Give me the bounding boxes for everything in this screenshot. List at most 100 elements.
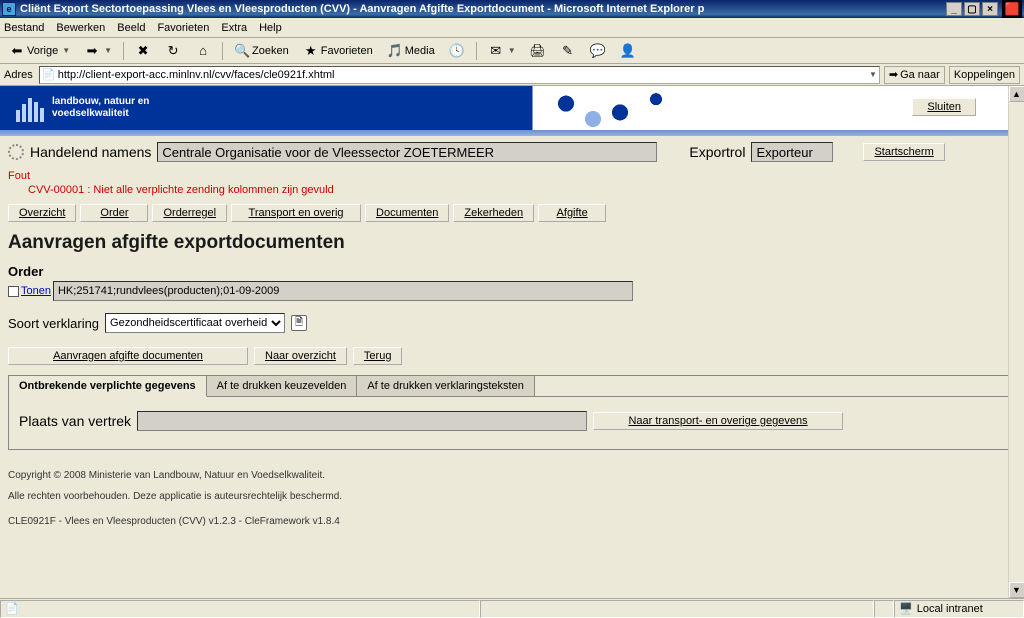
toolbar: ⬅ Vorige ▼ ➡ ▼ ✖ ↻ ⌂ 🔍 Zoeken ★ Favoriet… bbox=[0, 38, 1024, 64]
tab-afgifte[interactable]: Afgifte bbox=[538, 204, 606, 222]
discuss-icon: 💬 bbox=[590, 43, 606, 59]
discuss-button[interactable]: 💬 bbox=[585, 41, 611, 61]
soort-verklaring-label: Soort verklaring bbox=[8, 316, 99, 331]
info-icon[interactable]: 🗎 bbox=[291, 315, 307, 331]
chevron-down-icon: ▼ bbox=[62, 46, 70, 55]
address-field[interactable]: 📄 ▼ bbox=[39, 66, 880, 84]
media-button[interactable]: 🎵 Media bbox=[382, 41, 440, 61]
history-icon: 🕓 bbox=[449, 43, 465, 59]
tonen-link[interactable]: Tonen bbox=[21, 285, 51, 297]
history-button[interactable]: 🕓 bbox=[444, 41, 470, 61]
print-button[interactable]: 🖨 bbox=[525, 41, 551, 61]
status-ssl-pane bbox=[874, 600, 894, 618]
soort-verklaring-select[interactable]: Gezondheidscertificaat overheid bbox=[105, 313, 285, 333]
media-icon: 🎵 bbox=[387, 43, 403, 59]
messenger-icon: 👤 bbox=[620, 43, 636, 59]
sluiten-button[interactable]: Sluiten bbox=[912, 98, 976, 116]
home-button[interactable]: ⌂ bbox=[190, 41, 216, 61]
terug-button[interactable]: Terug bbox=[353, 347, 403, 365]
go-label: Ga naar bbox=[900, 69, 940, 81]
exportrol-value: Exporteur bbox=[751, 142, 833, 162]
scroll-up-icon[interactable]: ▲ bbox=[1009, 86, 1024, 102]
tab-verklaringsteksten[interactable]: Af te drukken verklaringsteksten bbox=[357, 376, 535, 396]
go-icon: ➡ bbox=[889, 68, 898, 81]
maximize-button[interactable]: ▢ bbox=[964, 2, 980, 16]
error-message: CVV-00001 : Niet alle verplichte zending… bbox=[28, 184, 1016, 196]
back-button[interactable]: ⬅ Vorige ▼ bbox=[4, 41, 75, 61]
tab-keuzevelden[interactable]: Af te drukken keuzevelden bbox=[207, 376, 358, 396]
go-button[interactable]: ➡ Ga naar bbox=[884, 66, 945, 84]
window-title: Cliënt Export Sectortoepassing Vlees en … bbox=[20, 3, 946, 15]
tab-zekerheden[interactable]: Zekerheden bbox=[453, 204, 534, 222]
separator bbox=[476, 42, 477, 60]
menu-bar: Bestand Bewerken Beeld Favorieten Extra … bbox=[0, 18, 1024, 38]
menu-extra[interactable]: Extra bbox=[221, 22, 247, 34]
scroll-down-icon[interactable]: ▼ bbox=[1009, 582, 1024, 598]
forward-button[interactable]: ➡ ▼ bbox=[79, 41, 117, 61]
form-area: Handelend namens Centrale Organisatie vo… bbox=[0, 136, 1024, 598]
ie-icon: e bbox=[2, 2, 16, 16]
detail-tab-body: Plaats van vertrek Naar transport- en ov… bbox=[9, 397, 1015, 449]
detail-tab-strip: Ontbrekende verplichte gegevens Af te dr… bbox=[9, 376, 1015, 397]
separator bbox=[123, 42, 124, 60]
menu-help[interactable]: Help bbox=[259, 22, 282, 34]
back-icon: ⬅ bbox=[9, 43, 25, 59]
app-banner: landbouw, natuur en voedselkwaliteit Slu… bbox=[0, 86, 1024, 130]
search-label: Zoeken bbox=[252, 45, 289, 57]
print-icon: 🖨 bbox=[530, 43, 546, 59]
tab-ontbrekende-gegevens[interactable]: Ontbrekende verplichte gegevens bbox=[9, 376, 207, 397]
links-button[interactable]: Koppelingen bbox=[949, 66, 1020, 84]
status-bar: 📄 🖥️ Local intranet bbox=[0, 598, 1024, 618]
exportrol-label: Exportrol bbox=[689, 144, 745, 160]
menu-bewerken[interactable]: Bewerken bbox=[56, 22, 105, 34]
handelend-namens-label: Handelend namens bbox=[30, 144, 151, 160]
ministry-logo-icon bbox=[16, 94, 44, 122]
banner-pattern bbox=[512, 86, 692, 130]
tab-overzicht[interactable]: Overzicht bbox=[8, 204, 76, 222]
stop-icon: ✖ bbox=[135, 43, 151, 59]
vertical-scrollbar[interactable]: ▲ ▼ bbox=[1008, 86, 1024, 598]
tab-order[interactable]: Order bbox=[80, 204, 148, 222]
footer-version: CLE0921F - Vlees en Vleesproducten (CVV)… bbox=[8, 514, 1016, 529]
refresh-button[interactable]: ↻ bbox=[160, 41, 186, 61]
address-bar: Adres 📄 ▼ ➡ Ga naar Koppelingen bbox=[0, 64, 1024, 86]
status-zone-label: Local intranet bbox=[917, 603, 983, 615]
favorites-button[interactable]: ★ Favorieten bbox=[298, 41, 378, 61]
search-icon: 🔍 bbox=[234, 43, 250, 59]
page-viewport: landbouw, natuur en voedselkwaliteit Slu… bbox=[0, 86, 1024, 598]
menu-beeld[interactable]: Beeld bbox=[117, 22, 145, 34]
search-button[interactable]: 🔍 Zoeken bbox=[229, 41, 294, 61]
address-label: Adres bbox=[4, 69, 33, 81]
close-window-button[interactable]: × bbox=[982, 2, 998, 16]
mail-button[interactable]: ✉▼ bbox=[483, 41, 521, 61]
handelend-namens-value: Centrale Organisatie voor de Vleessector… bbox=[157, 142, 657, 162]
messenger-button[interactable]: 👤 bbox=[615, 41, 641, 61]
status-mid-pane bbox=[480, 600, 874, 618]
minimize-button[interactable]: _ bbox=[946, 2, 962, 16]
tab-transport[interactable]: Transport en overig bbox=[231, 204, 361, 222]
order-value: HK;251741;rundvlees(producten);01-09-200… bbox=[53, 281, 633, 301]
startscherm-button[interactable]: Startscherm bbox=[863, 143, 944, 161]
stop-button[interactable]: ✖ bbox=[130, 41, 156, 61]
order-checkbox[interactable] bbox=[8, 286, 19, 297]
status-left-pane: 📄 bbox=[0, 600, 480, 618]
windows-flag-icon: 🟥 bbox=[1002, 0, 1022, 18]
naar-transport-button[interactable]: Naar transport- en overige gegevens bbox=[593, 412, 843, 430]
tab-orderregel[interactable]: Orderregel bbox=[152, 204, 227, 222]
chevron-down-icon[interactable]: ▼ bbox=[869, 70, 877, 79]
edit-button[interactable]: ✎ bbox=[555, 41, 581, 61]
separator bbox=[222, 42, 223, 60]
address-input[interactable] bbox=[58, 69, 865, 81]
window-title-bar: e Cliënt Export Sectortoepassing Vlees e… bbox=[0, 0, 1024, 18]
tab-documenten[interactable]: Documenten bbox=[365, 204, 449, 222]
menu-bestand[interactable]: Bestand bbox=[4, 22, 44, 34]
footer-text: Copyright © 2008 Ministerie van Landbouw… bbox=[8, 468, 1016, 529]
aanvragen-afgifte-button[interactable]: Aanvragen afgifte documenten bbox=[8, 347, 248, 365]
favorites-label: Favorieten bbox=[321, 45, 373, 57]
back-label: Vorige bbox=[27, 45, 58, 57]
menu-favorieten[interactable]: Favorieten bbox=[157, 22, 209, 34]
page-icon: 📄 bbox=[5, 602, 19, 615]
naar-overzicht-button[interactable]: Naar overzicht bbox=[254, 347, 347, 365]
intranet-icon: 🖥️ bbox=[899, 602, 913, 615]
ministry-name: landbouw, natuur en voedselkwaliteit bbox=[52, 96, 149, 120]
